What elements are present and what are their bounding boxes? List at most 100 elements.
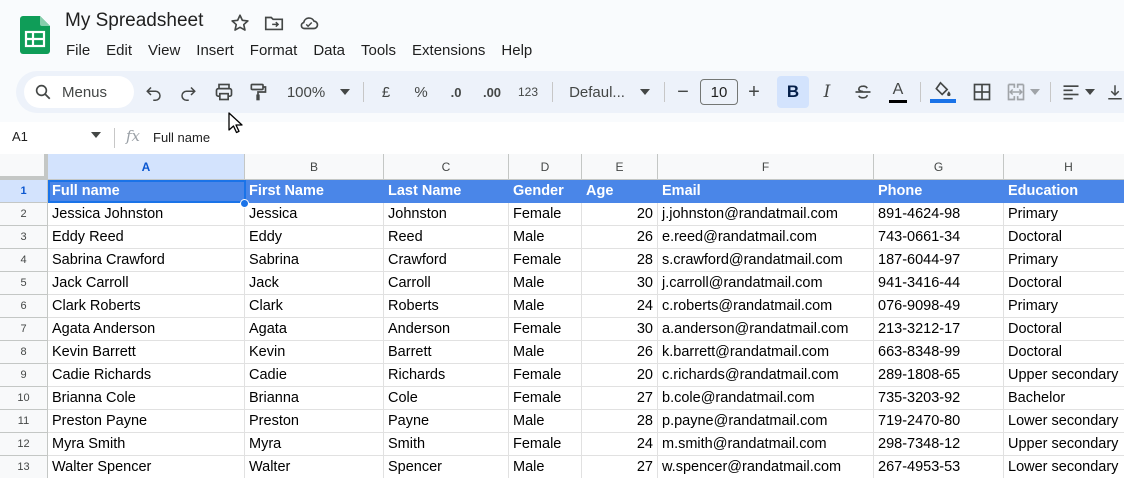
fill-color-button[interactable] [928, 71, 958, 113]
cell-c8[interactable]: Barrett [384, 341, 509, 364]
cell-h12[interactable]: Upper secondary [1004, 433, 1124, 456]
menus-search-button[interactable]: Menus [24, 76, 134, 108]
cell-e5[interactable]: 30 [582, 272, 658, 295]
cell-b2[interactable]: Jessica [245, 203, 384, 226]
text-color-button[interactable]: A [886, 71, 910, 113]
cell-b7[interactable]: Agata [245, 318, 384, 341]
menu-edit[interactable]: Edit [98, 40, 140, 61]
zoom-dropdown[interactable] [338, 71, 352, 113]
cell-g12[interactable]: 298-7348-12 [874, 433, 1004, 456]
cell-d5[interactable]: Male [509, 272, 582, 295]
column-header-f[interactable]: F [658, 154, 874, 180]
cell-a1[interactable]: Full name [48, 180, 245, 203]
cell-d4[interactable]: Female [509, 249, 582, 272]
cell-e6[interactable]: 24 [582, 295, 658, 318]
row-header[interactable]: 6 [0, 295, 48, 318]
column-header-c[interactable]: C [384, 154, 509, 180]
decrease-font-size-button[interactable]: − [672, 71, 694, 113]
cell-d2[interactable]: Female [509, 203, 582, 226]
cell-c5[interactable]: Carroll [384, 272, 509, 295]
cell-f11[interactable]: p.payne@randatmail.com [658, 410, 874, 433]
cell-a5[interactable]: Jack Carroll [48, 272, 245, 295]
cell-h5[interactable]: Doctoral [1004, 272, 1124, 295]
cell-g4[interactable]: 187-6044-97 [874, 249, 1004, 272]
cell-g7[interactable]: 213-3212-17 [874, 318, 1004, 341]
cell-g2[interactable]: 891-4624-98 [874, 203, 1004, 226]
cell-g3[interactable]: 743-0661-34 [874, 226, 1004, 249]
cell-c11[interactable]: Payne [384, 410, 509, 433]
cell-f12[interactable]: m.smith@randatmail.com [658, 433, 874, 456]
cell-h10[interactable]: Bachelor [1004, 387, 1124, 410]
chevron-down-icon[interactable] [91, 132, 101, 138]
cell-a9[interactable]: Cadie Richards [48, 364, 245, 387]
row-header[interactable]: 11 [0, 410, 48, 433]
cell-c3[interactable]: Reed [384, 226, 509, 249]
cell-f10[interactable]: b.cole@randatmail.com [658, 387, 874, 410]
cell-c2[interactable]: Johnston [384, 203, 509, 226]
cell-b5[interactable]: Jack [245, 272, 384, 295]
column-header-b[interactable]: B [245, 154, 384, 180]
row-header[interactable]: 5 [0, 272, 48, 295]
column-header-g[interactable]: G [874, 154, 1004, 180]
cell-e7[interactable]: 30 [582, 318, 658, 341]
cell-g5[interactable]: 941-3416-44 [874, 272, 1004, 295]
cell-c7[interactable]: Anderson [384, 318, 509, 341]
cell-d7[interactable]: Female [509, 318, 582, 341]
cell-g10[interactable]: 735-3203-92 [874, 387, 1004, 410]
column-header-e[interactable]: E [582, 154, 658, 180]
cell-h8[interactable]: Doctoral [1004, 341, 1124, 364]
increase-decimal-button[interactable]: .00 [477, 71, 507, 113]
cell-e4[interactable]: 28 [582, 249, 658, 272]
move-folder-icon[interactable] [263, 12, 285, 34]
cell-e11[interactable]: 28 [582, 410, 658, 433]
cell-c13[interactable]: Spencer [384, 456, 509, 478]
cell-f6[interactable]: c.roberts@randatmail.com [658, 295, 874, 318]
row-header[interactable]: 3 [0, 226, 48, 249]
menu-help[interactable]: Help [493, 40, 540, 61]
strikethrough-button[interactable] [851, 71, 875, 113]
cell-b1[interactable]: First Name [245, 180, 384, 203]
cell-h7[interactable]: Doctoral [1004, 318, 1124, 341]
row-header[interactable]: 10 [0, 387, 48, 410]
horizontal-align-button[interactable] [1058, 71, 1098, 113]
column-header-d[interactable]: D [509, 154, 582, 180]
cell-f4[interactable]: s.crawford@randatmail.com [658, 249, 874, 272]
cell-d13[interactable]: Male [509, 456, 582, 478]
cell-e9[interactable]: 20 [582, 364, 658, 387]
fill-handle[interactable] [240, 199, 249, 208]
row-header[interactable]: 4 [0, 249, 48, 272]
increase-font-size-button[interactable]: + [743, 71, 765, 113]
formula-input[interactable]: Full name [153, 130, 210, 145]
cell-b9[interactable]: Cadie [245, 364, 384, 387]
cell-h2[interactable]: Primary [1004, 203, 1124, 226]
row-header[interactable]: 1 [0, 180, 48, 203]
cell-e2[interactable]: 20 [582, 203, 658, 226]
menu-insert[interactable]: Insert [188, 40, 242, 61]
cell-g11[interactable]: 719-2470-80 [874, 410, 1004, 433]
cell-e1[interactable]: Age [582, 180, 658, 203]
cell-h1[interactable]: Education [1004, 180, 1124, 203]
cell-g1[interactable]: Phone [874, 180, 1004, 203]
cell-a2[interactable]: Jessica Johnston [48, 203, 245, 226]
cell-b4[interactable]: Sabrina [245, 249, 384, 272]
cell-a13[interactable]: Walter Spencer [48, 456, 245, 478]
row-header[interactable]: 7 [0, 318, 48, 341]
cell-f5[interactable]: j.carroll@randatmail.com [658, 272, 874, 295]
cell-a6[interactable]: Clark Roberts [48, 295, 245, 318]
cell-h4[interactable]: Primary [1004, 249, 1124, 272]
cell-h6[interactable]: Primary [1004, 295, 1124, 318]
cell-f2[interactable]: j.johnston@randatmail.com [658, 203, 874, 226]
cell-d1[interactable]: Gender [509, 180, 582, 203]
menu-format[interactable]: Format [242, 40, 306, 61]
cell-a3[interactable]: Eddy Reed [48, 226, 245, 249]
row-header[interactable]: 12 [0, 433, 48, 456]
column-header-a[interactable]: A [48, 154, 245, 180]
cell-a7[interactable]: Agata Anderson [48, 318, 245, 341]
cell-e13[interactable]: 27 [582, 456, 658, 478]
cell-d8[interactable]: Male [509, 341, 582, 364]
cell-g6[interactable]: 076-9098-49 [874, 295, 1004, 318]
bold-button[interactable]: B [777, 76, 809, 108]
select-all-corner[interactable] [0, 154, 48, 180]
star-icon[interactable] [229, 12, 251, 34]
number-format-button[interactable]: 123 [514, 71, 542, 113]
